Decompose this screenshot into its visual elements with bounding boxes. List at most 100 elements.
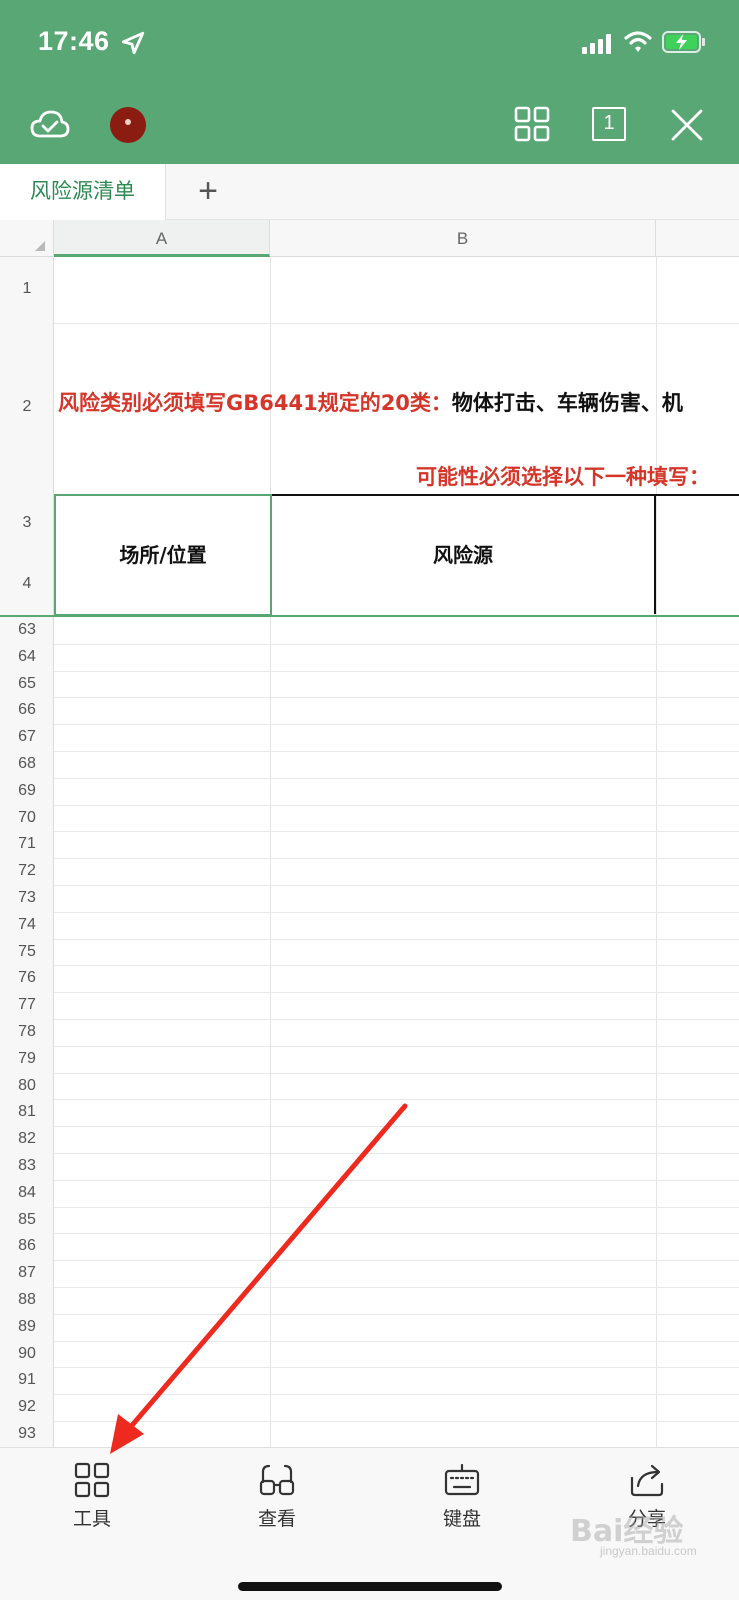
row-header[interactable]: 64 bbox=[0, 648, 54, 666]
row-header[interactable]: 82 bbox=[0, 1130, 54, 1148]
sheet-count-button[interactable]: 1 bbox=[592, 107, 626, 141]
grid-hline bbox=[54, 1260, 739, 1262]
row-header[interactable]: 92 bbox=[0, 1398, 54, 1416]
tools-button[interactable]: 工具 bbox=[47, 1462, 137, 1531]
grid-hline bbox=[54, 323, 739, 324]
row-header-3[interactable]: 3 bbox=[0, 514, 54, 532]
grid-hline bbox=[54, 724, 739, 726]
grid-vline bbox=[270, 257, 271, 1447]
grid-view-icon[interactable] bbox=[514, 106, 550, 142]
grid-hline bbox=[54, 1340, 739, 1342]
row-header[interactable]: 91 bbox=[0, 1371, 54, 1389]
row-header[interactable]: 70 bbox=[0, 809, 54, 827]
selection-box bbox=[54, 494, 272, 616]
user-avatar[interactable] bbox=[110, 107, 146, 143]
keyboard-label: 键盘 bbox=[442, 1509, 481, 1530]
battery-charging-icon bbox=[662, 31, 705, 53]
row-header[interactable]: 80 bbox=[0, 1077, 54, 1095]
row-header-2[interactable]: 2 bbox=[0, 398, 54, 416]
view-button[interactable]: 查看 bbox=[232, 1462, 322, 1531]
grid-hline bbox=[54, 1099, 739, 1101]
grid-hline bbox=[54, 1233, 739, 1235]
row-header[interactable]: 75 bbox=[0, 943, 54, 961]
add-sheet-button[interactable]: + bbox=[190, 164, 226, 220]
grid-hline bbox=[54, 911, 739, 913]
row2-possibility-text: 可能性必须选择以下一种填写： bbox=[416, 465, 710, 489]
header-cell-risk-source[interactable]: 风险源 bbox=[270, 496, 656, 614]
grid-hline bbox=[54, 992, 739, 994]
grid-hline bbox=[54, 1367, 739, 1369]
row-header[interactable]: 76 bbox=[0, 969, 54, 987]
grid-hline bbox=[54, 1313, 739, 1315]
sheet-tabs-bar: 风险源清单 + bbox=[0, 164, 739, 220]
row-header[interactable]: 84 bbox=[0, 1184, 54, 1202]
grid-hline bbox=[54, 938, 739, 940]
spreadsheet-grid[interactable]: 1 2 3 4 风险类别必须填写GB6441规定的20类：物体打击、车辆伤害、机… bbox=[0, 257, 739, 1449]
row-header[interactable]: 78 bbox=[0, 1023, 54, 1041]
row-header[interactable]: 85 bbox=[0, 1211, 54, 1229]
grid-hline bbox=[54, 965, 739, 967]
grid-hline bbox=[54, 1153, 739, 1154]
view-label: 查看 bbox=[257, 1509, 296, 1530]
home-indicator bbox=[238, 1582, 502, 1591]
grid-hline bbox=[54, 1126, 739, 1128]
keyboard-icon bbox=[444, 1463, 480, 1496]
row-header[interactable]: 79 bbox=[0, 1050, 54, 1068]
grid-hline bbox=[54, 1394, 739, 1396]
column-header-c[interactable] bbox=[656, 220, 739, 257]
grid-hline bbox=[54, 1287, 739, 1288]
row-header[interactable]: 65 bbox=[0, 675, 54, 693]
cellular-signal-icon bbox=[582, 34, 611, 54]
grid-hline bbox=[54, 1045, 739, 1047]
row-header[interactable]: 89 bbox=[0, 1318, 54, 1336]
row-header[interactable]: 83 bbox=[0, 1157, 54, 1175]
row-header[interactable]: 72 bbox=[0, 862, 54, 880]
row-header-4[interactable]: 4 bbox=[0, 575, 54, 593]
row-header[interactable]: 74 bbox=[0, 916, 54, 934]
row-header[interactable]: 69 bbox=[0, 782, 54, 800]
close-icon[interactable] bbox=[670, 108, 704, 142]
grid-hline bbox=[54, 1179, 739, 1181]
baidu-watermark-url: jingyan.baidu.com bbox=[600, 1544, 697, 1558]
row-header[interactable]: 81 bbox=[0, 1103, 54, 1121]
row-header[interactable]: 68 bbox=[0, 755, 54, 773]
cloud-saved-icon[interactable] bbox=[30, 108, 70, 142]
share-icon bbox=[630, 1464, 664, 1497]
column-header-a[interactable]: A bbox=[54, 220, 270, 257]
row-header[interactable]: 66 bbox=[0, 701, 54, 719]
row-header[interactable]: 87 bbox=[0, 1264, 54, 1282]
row-header[interactable]: 63 bbox=[0, 621, 54, 639]
row-header[interactable]: 86 bbox=[0, 1237, 54, 1255]
row-header-1[interactable]: 1 bbox=[0, 280, 54, 298]
row2-red-text: 风险类别必须填写GB6441规定的20类： bbox=[58, 391, 452, 415]
column-header-b[interactable]: B bbox=[270, 220, 656, 257]
glasses-icon bbox=[259, 1464, 295, 1496]
row-header[interactable]: 73 bbox=[0, 889, 54, 907]
grid-hline bbox=[54, 1206, 739, 1208]
app-header: 17:46 1 bbox=[0, 0, 739, 164]
tools-label: 工具 bbox=[72, 1509, 111, 1530]
row-header[interactable]: 88 bbox=[0, 1291, 54, 1309]
grid-hline bbox=[54, 831, 739, 833]
grid-hline bbox=[54, 1072, 739, 1074]
grid-hline bbox=[54, 670, 739, 672]
row-header[interactable]: 67 bbox=[0, 728, 54, 746]
freeze-pane-line bbox=[0, 615, 739, 617]
tab-risk-source-list[interactable]: 风险源清单 bbox=[0, 164, 166, 220]
grid-hline bbox=[54, 643, 739, 645]
grid-hline bbox=[54, 1421, 739, 1422]
grid-hline bbox=[54, 751, 739, 752]
select-all-corner[interactable] bbox=[0, 220, 54, 257]
row2-instruction-text: 风险类别必须填写GB6441规定的20类：物体打击、车辆伤害、机 bbox=[58, 387, 683, 417]
grid-vline bbox=[656, 257, 657, 1447]
row2-black-text: 物体打击、车辆伤害、机 bbox=[451, 391, 683, 415]
grid-hline bbox=[54, 885, 739, 886]
column-header-row: A B bbox=[0, 220, 739, 257]
row-header[interactable]: 71 bbox=[0, 835, 54, 853]
grid-hline bbox=[54, 777, 739, 779]
grid-hline bbox=[54, 1019, 739, 1020]
row-header[interactable]: 93 bbox=[0, 1425, 54, 1443]
keyboard-button[interactable]: 键盘 bbox=[417, 1462, 507, 1531]
row-header[interactable]: 77 bbox=[0, 996, 54, 1014]
row-header[interactable]: 90 bbox=[0, 1345, 54, 1363]
